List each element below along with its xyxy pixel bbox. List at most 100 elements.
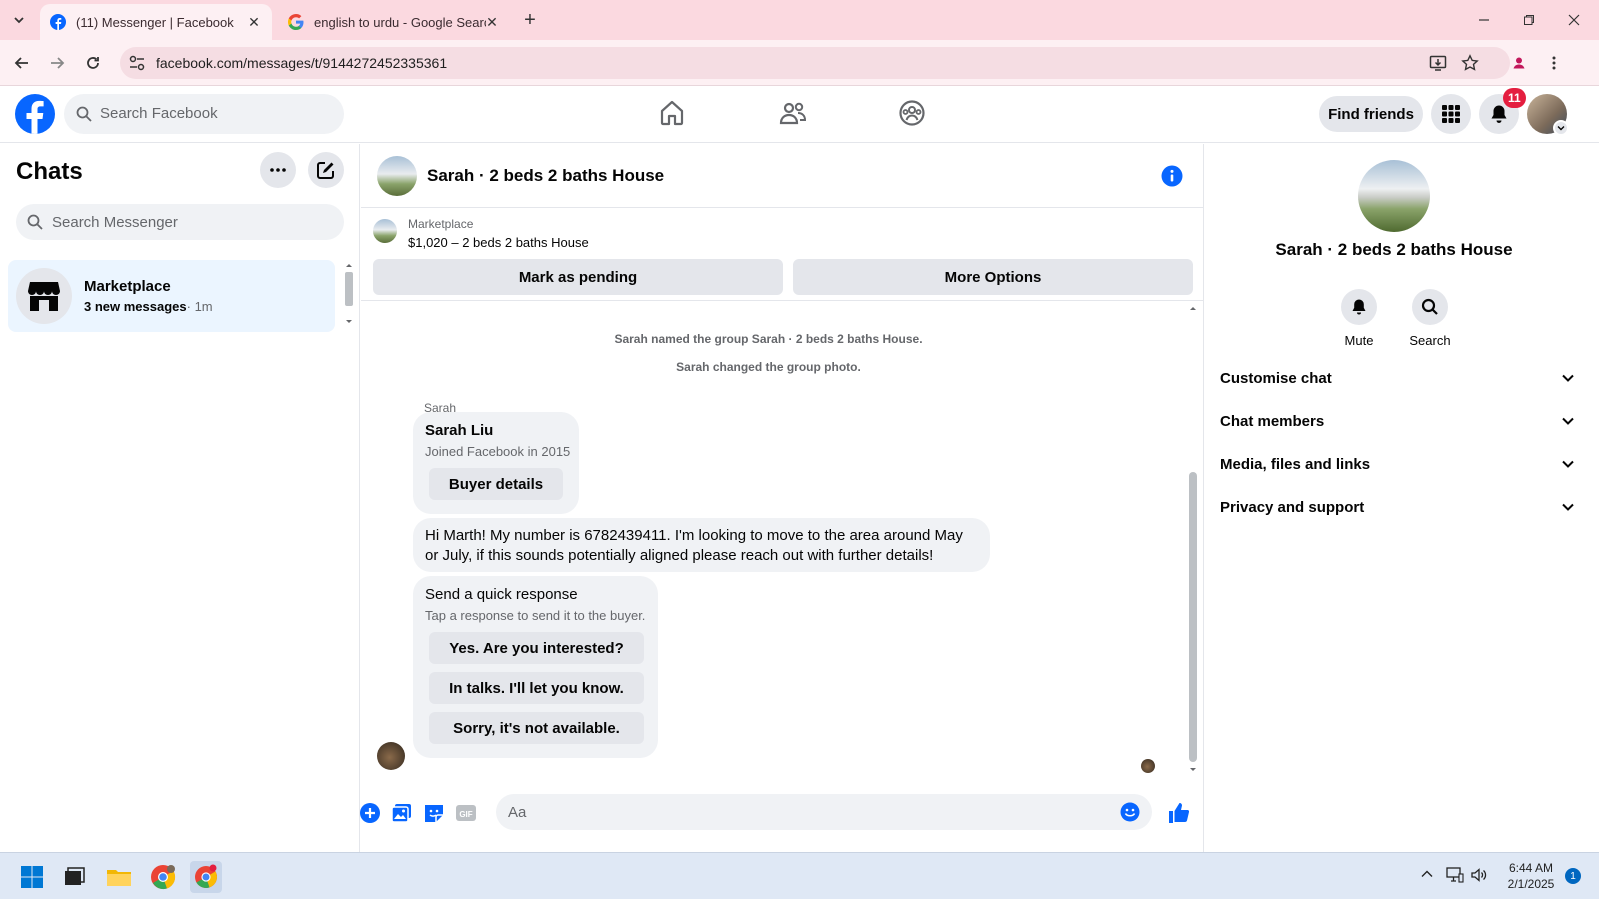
chrome-active-icon[interactable] <box>190 861 222 893</box>
clock-date: 2/1/2025 <box>1507 877 1555 891</box>
messenger-search-input[interactable]: Search Messenger <box>16 204 344 240</box>
account-chevron-icon[interactable] <box>1553 120 1569 136</box>
conversation-header: Sarah · 2 beds 2 baths House <box>361 144 1204 208</box>
listing-title[interactable]: $1,020 – 2 beds 2 baths House <box>408 235 589 250</box>
emoji-icon[interactable] <box>1120 802 1140 822</box>
file-explorer-icon[interactable] <box>103 861 135 893</box>
reload-button[interactable] <box>79 49 107 77</box>
close-tab-icon[interactable]: ✕ <box>484 14 500 30</box>
home-icon[interactable] <box>658 99 686 127</box>
site-settings-icon[interactable] <box>128 54 146 72</box>
install-app-button[interactable] <box>1424 49 1452 77</box>
install-icon <box>1429 55 1447 71</box>
section-privacy-support[interactable]: Privacy and support <box>1220 487 1575 527</box>
message-input[interactable]: Aa <box>496 794 1152 830</box>
google-favicon-icon <box>288 14 304 30</box>
tab-messenger[interactable]: (11) Messenger | Facebook ✕ <box>40 4 272 40</box>
mute-button[interactable]: Mute <box>1324 289 1394 348</box>
chat-list-item-marketplace[interactable]: Marketplace 3 new messages· 1m <box>8 260 335 332</box>
url-text: facebook.com/messages/t/9144272452335361 <box>156 55 448 71</box>
task-view-icon[interactable] <box>58 861 90 893</box>
chats-heading: Chats <box>16 158 83 185</box>
facebook-search-input[interactable]: Search Facebook <box>64 94 344 134</box>
find-friends-button[interactable]: Find friends <box>1319 96 1423 132</box>
tab-search-dropdown-button[interactable] <box>6 8 32 32</box>
profile-button[interactable] <box>1505 49 1533 77</box>
tab-title: english to urdu - Google Search <box>314 14 486 30</box>
quick-response-option[interactable]: Sorry, it's not available. <box>429 712 644 744</box>
network-icon[interactable] <box>1446 867 1464 883</box>
section-customise-chat[interactable]: Customise chat <box>1220 358 1575 398</box>
section-media-files-links[interactable]: Media, files and links <box>1220 444 1575 484</box>
new-tab-button[interactable]: + <box>518 8 542 32</box>
info-icon[interactable] <box>1161 165 1183 187</box>
conversation-scrollbar[interactable] <box>1187 302 1199 778</box>
sender-avatar[interactable] <box>377 742 405 770</box>
details-title: Sarah · 2 beds 2 baths House <box>1275 240 1513 259</box>
tab-google-search[interactable]: english to urdu - Google Search ✕ <box>278 4 510 40</box>
listing-source-label: Marketplace <box>408 217 474 231</box>
storefront-icon <box>28 282 60 311</box>
chat-time: · 1m <box>186 299 213 314</box>
facebook-logo-icon[interactable] <box>15 94 55 134</box>
notification-badge: 11 <box>1503 88 1526 108</box>
scroll-up-icon <box>1190 307 1196 310</box>
marketplace-listing-bar: Marketplace $1,020 – 2 beds 2 baths Hous… <box>361 209 1204 301</box>
tab-title: (11) Messenger | Facebook <box>76 14 234 30</box>
compose-icon <box>317 162 334 179</box>
chevron-down-icon <box>1562 374 1574 382</box>
gif-icon[interactable]: GIF <box>454 801 478 825</box>
close-window-button[interactable] <box>1551 6 1597 34</box>
chevron-up-icon[interactable] <box>1420 867 1434 881</box>
thumbs-up-icon[interactable] <box>1167 801 1191 825</box>
kebab-menu-icon <box>1552 56 1556 70</box>
minimize-button[interactable] <box>1461 6 1507 34</box>
chat-list-scrollbar[interactable] <box>343 260 355 328</box>
address-bar[interactable]: facebook.com/messages/t/9144272452335361 <box>120 47 1510 79</box>
volume-icon[interactable] <box>1470 867 1488 883</box>
quick-response-option[interactable]: In talks. I'll let you know. <box>429 672 644 704</box>
chat-options-button[interactable] <box>260 152 296 188</box>
system-clock[interactable]: 6:44 AM 2/1/2025 <box>1496 860 1566 892</box>
back-button[interactable] <box>8 49 36 77</box>
message-bubble: Hi Marth! My number is 6782439411. I'm l… <box>413 518 990 572</box>
search-in-conversation-button[interactable]: Search <box>1395 289 1465 348</box>
group-avatar[interactable] <box>377 156 417 196</box>
windows-start-icon[interactable] <box>16 861 48 893</box>
photo-icon[interactable] <box>390 801 414 825</box>
forward-button[interactable] <box>43 49 71 77</box>
sticker-icon[interactable] <box>422 801 446 825</box>
chrome-profile-icon[interactable] <box>147 861 179 893</box>
more-options-button[interactable]: More Options <box>793 259 1193 295</box>
buyer-name: Sarah Liu <box>425 422 494 439</box>
groups-icon[interactable] <box>898 99 926 127</box>
conversation-panel: Sarah · 2 beds 2 baths House Marketplace… <box>358 144 1204 852</box>
listing-thumbnail[interactable] <box>373 219 397 243</box>
quick-response-subtitle: Tap a response to send it to the buyer. <box>425 608 646 623</box>
message-composer: GIF Aa <box>358 788 1204 852</box>
search-icon <box>1421 298 1438 315</box>
mark-as-pending-button[interactable]: Mark as pending <box>373 259 783 295</box>
new-message-button[interactable] <box>308 152 344 188</box>
close-tab-icon[interactable]: ✕ <box>246 14 262 30</box>
plus-circle-icon[interactable] <box>358 801 382 825</box>
quick-response-option[interactable]: Yes. Are you interested? <box>429 632 644 664</box>
windows-taskbar: 6:44 AM 2/1/2025 1 <box>0 852 1599 899</box>
buyer-details-button[interactable]: Buyer details <box>429 468 563 500</box>
marketplace-avatar <box>16 268 72 324</box>
browser-menu-button[interactable] <box>1540 49 1568 77</box>
notification-center-badge[interactable]: 1 <box>1565 868 1581 884</box>
menu-button[interactable] <box>1431 94 1471 134</box>
section-chat-members[interactable]: Chat members <box>1220 401 1575 441</box>
friends-icon[interactable] <box>779 99 807 127</box>
arrow-right-icon <box>51 57 65 69</box>
conversation-title[interactable]: Sarah · 2 beds 2 baths House <box>427 166 664 186</box>
chevron-down-icon <box>14 17 24 24</box>
restore-button[interactable] <box>1506 6 1552 34</box>
scroll-thumb[interactable] <box>1189 472 1197 762</box>
browser-toolbar: facebook.com/messages/t/9144272452335361 <box>0 40 1599 86</box>
grid-menu-icon <box>1442 105 1460 123</box>
facebook-top-nav: Search Facebook Find friends 11 <box>0 87 1599 143</box>
group-photo[interactable] <box>1358 160 1430 232</box>
bookmark-button[interactable] <box>1456 49 1484 77</box>
